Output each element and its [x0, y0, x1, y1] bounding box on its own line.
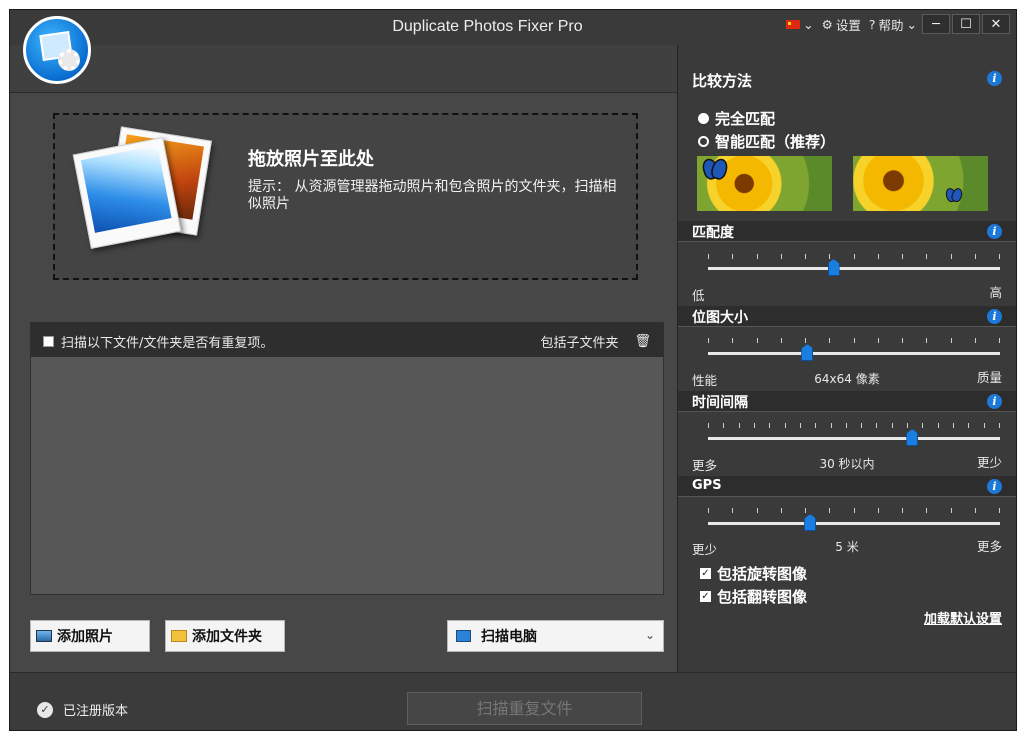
add-photos-button[interactable]: 添加照片 [30, 620, 150, 652]
gear-icon: ⚙ [821, 16, 833, 32]
time-interval-title: 时间间隔 [692, 395, 748, 411]
scan-target-select[interactable]: 扫描电脑 ⌄ [447, 620, 664, 652]
help-label: 帮助 [878, 17, 904, 33]
info-icon[interactable]: i [987, 224, 1002, 239]
photo-front [72, 137, 182, 249]
minimize-button[interactable]: ─ [922, 14, 950, 34]
photo-drop-zone[interactable]: 拖放照片至此处 提示： 从资源管理器拖动照片和包含照片的文件夹，扫描相似照片 [53, 113, 638, 280]
exact-match-label: 完全匹配 [715, 110, 776, 128]
info-icon[interactable]: i [987, 479, 1002, 494]
question-icon: ? [868, 16, 876, 32]
slider-ticks [708, 338, 1000, 343]
chevron-down-icon: ⌄ [644, 628, 655, 642]
include-rotated-label: 包括旋转图像 [717, 565, 808, 583]
checkmark-icon: ✓ [700, 591, 711, 602]
bitmap-size-slider[interactable] [708, 352, 1000, 355]
language-selector[interactable]: ⌄ [783, 17, 816, 32]
slider-ticks [708, 423, 1000, 428]
folder-list-panel[interactable]: 扫描以下文件/文件夹是否有重复项。 包括子文件夹 🗑 [30, 322, 664, 595]
drop-zone-title: 拖放照片至此处 [248, 149, 374, 170]
radio-exact-match[interactable]: 完全匹配 [698, 108, 775, 129]
status-bar: ✓ 已注册版本 扫描重复文件 [10, 672, 1016, 730]
maximize-button[interactable]: ☐ [952, 14, 980, 34]
folder-icon [171, 630, 187, 642]
include-flipped-checkbox[interactable]: ✓ 包括翻转图像 [700, 586, 807, 607]
gps-header [678, 476, 1016, 497]
add-photos-label: 添加照片 [57, 629, 113, 645]
slider-label-right: 高 [989, 285, 1002, 300]
title-controls: ⌄ ⚙ 设置 ? 帮助 ⌄ ─ ☐ ✕ [783, 13, 1010, 35]
slider-handle[interactable] [801, 344, 814, 361]
slider-label-left: 低 [692, 288, 705, 303]
bitmap-size-title: 位图大小 [692, 310, 748, 326]
add-folder-label: 添加文件夹 [192, 629, 262, 645]
include-rotated-checkbox[interactable]: ✓ 包括旋转图像 [700, 563, 807, 584]
compare-method-title: 比较方法 [692, 72, 753, 90]
time-interval-slider[interactable] [708, 437, 1000, 440]
folder-list-header: 扫描以下文件/文件夹是否有重复项。 包括子文件夹 🗑 [31, 323, 663, 357]
minimize-icon: ─ [932, 16, 940, 32]
checkmark-icon: ✓ [700, 568, 711, 579]
add-folder-button[interactable]: 添加文件夹 [165, 620, 285, 652]
scan-duplicates-button[interactable]: 扫描重复文件 [407, 692, 642, 725]
slider-value-label: 64x64 像素 [814, 372, 880, 386]
app-logo [23, 16, 91, 84]
slider-handle[interactable] [906, 429, 919, 446]
match-level-slider[interactable] [708, 267, 1000, 270]
trash-icon[interactable]: 🗑 [634, 334, 651, 349]
gear-icon [58, 49, 80, 71]
photos-illustration [72, 126, 212, 249]
title-bar: Duplicate Photos Fixer Pro ⌄ ⚙ 设置 ? 帮助 ⌄… [10, 10, 1016, 45]
radio-icon [698, 136, 709, 147]
butterfly-icon [703, 159, 727, 180]
radio-smart-match[interactable]: 智能匹配（推荐） [698, 131, 835, 152]
radio-icon [698, 113, 709, 124]
chevron-down-icon: ⌄ [906, 16, 917, 32]
scan-folders-checkbox-row[interactable]: 扫描以下文件/文件夹是否有重复项。 [43, 332, 273, 351]
registration-status: ✓ 已注册版本 [37, 700, 128, 719]
subfolder-controls: 包括子文件夹 🗑 [540, 332, 651, 351]
info-icon[interactable]: i [987, 394, 1002, 409]
check-circle-icon: ✓ [37, 701, 53, 718]
butterfly-icon [946, 188, 962, 202]
slider-ticks [708, 508, 1000, 513]
slider-value-label: 30 秒以内 [819, 457, 875, 471]
drop-zone-hint: 提示： 从资源管理器拖动照片和包含照片的文件夹，扫描相似照片 [248, 179, 617, 212]
slider-handle[interactable] [804, 514, 817, 531]
settings-label: 设置 [835, 17, 861, 33]
scan-folders-checkbox[interactable] [43, 336, 54, 347]
slider-handle[interactable] [827, 259, 840, 276]
example-thumbnail-1 [697, 156, 832, 211]
maximize-icon: ☐ [960, 16, 972, 32]
slider-label-right: 更少 [976, 455, 1002, 470]
image-icon [36, 630, 52, 642]
settings-menu[interactable]: ⚙ 设置 [819, 15, 864, 34]
slider-label-right: 质量 [976, 370, 1002, 385]
china-flag-icon [786, 19, 801, 29]
smart-match-label: 智能匹配（推荐） [715, 133, 836, 151]
gps-slider[interactable] [708, 522, 1000, 525]
scan-target-label: 扫描电脑 [481, 629, 537, 645]
slider-value-label: 5 米 [835, 540, 859, 554]
example-thumbnail-2 [853, 156, 988, 211]
app-window: Duplicate Photos Fixer Pro ⌄ ⚙ 设置 ? 帮助 ⌄… [9, 9, 1017, 731]
load-defaults-link[interactable]: 加载默认设置 [924, 608, 1002, 627]
info-icon[interactable]: i [987, 309, 1002, 324]
include-flipped-label: 包括翻转图像 [717, 588, 808, 606]
help-menu[interactable]: ? 帮助 ⌄ [866, 15, 920, 34]
info-icon[interactable]: i [987, 71, 1002, 86]
settings-panel: 比较方法 i 完全匹配 智能匹配（推荐） 匹配度 i 低 高 位图大小 i 性能… [677, 45, 1016, 672]
include-subfolders-toggle[interactable]: 包括子文件夹 [540, 332, 618, 351]
gps-title: GPS [692, 478, 722, 493]
scan-folders-label: 扫描以下文件/文件夹是否有重复项。 [61, 336, 274, 351]
close-button[interactable]: ✕ [982, 14, 1010, 34]
slider-ticks [708, 254, 1000, 259]
computer-icon [456, 630, 471, 642]
close-icon: ✕ [990, 16, 1002, 32]
left-header-bar [10, 45, 677, 93]
registered-version-label: 已注册版本 [63, 704, 129, 719]
chevron-down-icon: ⌄ [803, 16, 814, 32]
match-level-title: 匹配度 [692, 225, 734, 241]
slider-label-right: 更多 [976, 539, 1002, 554]
